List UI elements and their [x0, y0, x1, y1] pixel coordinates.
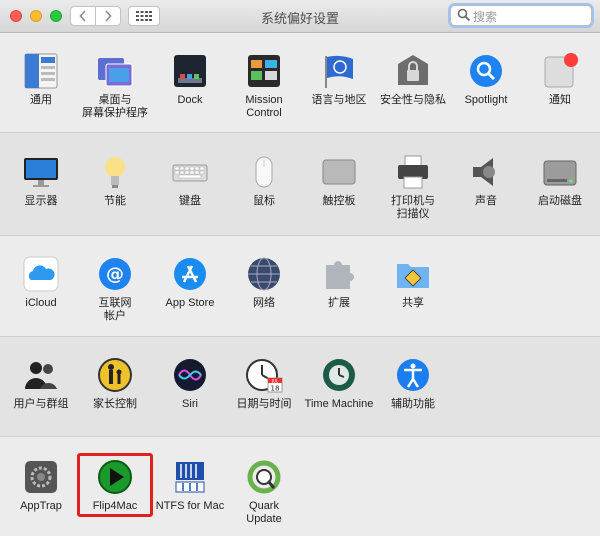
security-privacy-icon	[394, 52, 432, 90]
dock-icon	[171, 52, 209, 90]
network-icon	[245, 255, 283, 293]
pref-spotlight[interactable]: Spotlight	[449, 52, 523, 107]
siri-icon	[171, 356, 209, 394]
internet-accounts-icon: @	[96, 255, 134, 293]
pref-notifications[interactable]: 通知	[523, 52, 597, 107]
pref-time-machine[interactable]: Time Machine	[302, 356, 376, 411]
general-icon	[22, 52, 60, 90]
pref-dock[interactable]: Dock	[153, 52, 227, 107]
pref-label: 启动磁盘	[538, 195, 582, 207]
trackpad-icon	[320, 153, 358, 191]
pref-app-store[interactable]: App Store	[153, 255, 227, 310]
flip4mac-highlight-box	[77, 453, 153, 517]
mouse-icon	[245, 153, 283, 191]
back-button[interactable]	[70, 6, 96, 26]
close-window-button[interactable]	[10, 10, 22, 22]
displays-icon	[22, 153, 60, 191]
pref-language-region[interactable]: 语言与地区	[302, 52, 376, 107]
pref-keyboard[interactable]: 键盘	[153, 153, 227, 208]
pref-mission-control[interactable]: Mission Control	[227, 52, 301, 120]
language-region-icon	[320, 52, 358, 90]
notifications-icon	[541, 52, 579, 90]
pref-trackpad[interactable]: 触控板	[302, 153, 376, 208]
sound-icon	[467, 153, 505, 191]
pref-siri[interactable]: Siri	[153, 356, 227, 411]
pref-startup-disk[interactable]: 启动磁盘	[523, 153, 597, 208]
zoom-window-button[interactable]	[50, 10, 62, 22]
show-all-button[interactable]	[128, 6, 160, 26]
grid-icon	[136, 11, 152, 21]
pref-label: 通知	[549, 94, 571, 106]
calendar-month: JUL	[271, 379, 279, 384]
window-title: 系统偏好设置	[260, 11, 339, 26]
title-bar: 系统偏好设置 搜索	[0, 0, 600, 33]
system-preferences-window: 系统偏好设置 搜索 通用 桌面与 屏幕保护程序 Dock Mission Con…	[0, 0, 600, 536]
ntfs-for-mac-icon	[171, 458, 209, 496]
pref-sound[interactable]: 声音	[449, 153, 523, 208]
chevron-right-icon	[105, 10, 112, 22]
app-store-icon	[171, 255, 209, 293]
pref-extensions[interactable]: 扩展	[302, 255, 376, 310]
pref-displays[interactable]: 显示器	[4, 153, 78, 208]
pref-icloud[interactable]: iCloud	[4, 255, 78, 310]
sharing-icon	[394, 255, 432, 293]
search-placeholder: 搜索	[473, 10, 498, 24]
forward-button[interactable]	[95, 6, 121, 26]
desktop-screensaver-icon	[96, 52, 134, 90]
keyboard-icon	[171, 153, 209, 191]
icloud-icon	[22, 255, 60, 293]
pref-general[interactable]: 通用	[4, 52, 78, 107]
pref-label: 共享	[402, 297, 424, 309]
parental-controls-icon	[96, 356, 134, 394]
pref-security-privacy[interactable]: 安全性与隐私	[376, 52, 450, 107]
date-time-icon: JUL 18	[245, 356, 283, 394]
minimize-window-button[interactable]	[30, 10, 42, 22]
pref-parental-controls[interactable]: 家长控制	[78, 356, 152, 411]
search-icon	[457, 8, 471, 22]
calendar-day: 18	[271, 385, 280, 393]
pref-quark-update[interactable]: Quark Update	[227, 458, 301, 526]
pref-printers-scanners[interactable]: 打印机与 扫描仪	[376, 153, 450, 221]
pref-users-groups[interactable]: 用户与群组	[4, 356, 78, 411]
energy-saver-icon	[96, 153, 134, 191]
time-machine-icon	[320, 356, 358, 394]
pref-mouse[interactable]: 鼠标	[227, 153, 301, 208]
pref-apptrap[interactable]: AppTrap	[4, 458, 78, 513]
printers-scanners-icon	[394, 153, 432, 191]
pref-label: Quark Update	[246, 500, 282, 525]
mission-control-icon	[245, 52, 283, 90]
quark-update-icon	[245, 458, 283, 496]
pref-date-time[interactable]: JUL 18 日期与时间	[227, 356, 301, 411]
startup-disk-icon	[541, 153, 579, 191]
pref-internet-accounts[interactable]: @ 互联网 帐户	[78, 255, 152, 323]
pref-label: 辅助功能	[391, 398, 435, 410]
search-field[interactable]: 搜索	[450, 5, 592, 26]
pref-sharing[interactable]: 共享	[376, 255, 450, 310]
extensions-icon	[320, 255, 358, 293]
pref-desktop-screensaver[interactable]: 桌面与 屏幕保护程序	[78, 52, 152, 120]
apptrap-icon	[22, 458, 60, 496]
pref-ntfs-for-mac[interactable]: NTFS for Mac	[153, 458, 227, 513]
pref-accessibility[interactable]: 辅助功能	[376, 356, 450, 411]
pref-energy-saver[interactable]: 节能	[78, 153, 152, 208]
users-groups-icon	[22, 356, 60, 394]
chevron-left-icon	[79, 10, 86, 22]
pref-network[interactable]: 网络	[227, 255, 301, 310]
spotlight-icon	[467, 52, 505, 90]
accessibility-icon	[394, 356, 432, 394]
svg-text:@: @	[106, 264, 124, 285]
